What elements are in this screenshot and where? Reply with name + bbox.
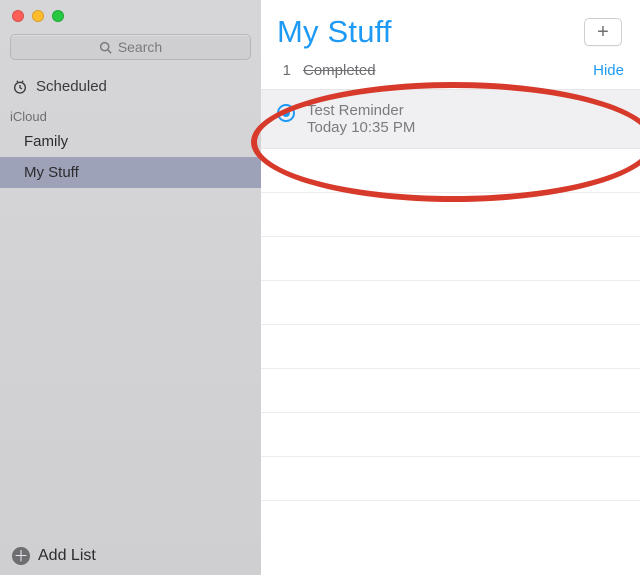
- empty-row[interactable]: [261, 325, 640, 369]
- radio-dot-icon: [282, 109, 290, 117]
- app-window: Search Scheduled iCloud Family My Stuff …: [0, 0, 640, 575]
- sidebar-item-family[interactable]: Family: [0, 126, 261, 157]
- main-pane: My Stuff + 1 Completed Hide Test Reminde…: [261, 0, 640, 575]
- main-header: My Stuff +: [261, 0, 640, 56]
- window-controls: [0, 0, 261, 30]
- empty-row[interactable]: [261, 237, 640, 281]
- hide-completed-link[interactable]: Hide: [593, 62, 624, 79]
- scheduled-label: Scheduled: [36, 78, 107, 95]
- sidebar-item-label: Family: [24, 133, 68, 150]
- reminder-row[interactable]: Test Reminder Today 10:35 PM: [261, 89, 640, 149]
- search-container: Search: [0, 30, 261, 70]
- empty-rows: [261, 149, 640, 575]
- sidebar: Search Scheduled iCloud Family My Stuff …: [0, 0, 261, 575]
- list-title: My Stuff: [277, 14, 392, 50]
- plus-circle-icon: ＋: [12, 547, 30, 565]
- plus-icon: +: [597, 21, 609, 44]
- empty-row[interactable]: [261, 369, 640, 413]
- fullscreen-window-button[interactable]: [52, 10, 64, 22]
- sidebar-item-my-stuff[interactable]: My Stuff: [0, 157, 261, 188]
- section-label-icloud: iCloud: [0, 103, 261, 126]
- reminder-subtitle: Today 10:35 PM: [307, 119, 415, 136]
- sidebar-item-label: My Stuff: [24, 164, 79, 181]
- reminder-complete-toggle[interactable]: [277, 104, 295, 122]
- empty-row[interactable]: [261, 413, 640, 457]
- reminder-title: Test Reminder: [307, 102, 415, 119]
- search-icon: [99, 41, 112, 54]
- add-reminder-button[interactable]: +: [584, 18, 622, 46]
- scheduled-group[interactable]: Scheduled: [0, 70, 261, 103]
- empty-row[interactable]: [261, 193, 640, 237]
- empty-row[interactable]: [261, 281, 640, 325]
- empty-row[interactable]: [261, 149, 640, 193]
- search-placeholder: Search: [118, 39, 162, 55]
- minimize-window-button[interactable]: [32, 10, 44, 22]
- close-window-button[interactable]: [12, 10, 24, 22]
- completed-count: 1: [277, 62, 291, 79]
- search-input[interactable]: Search: [10, 34, 251, 60]
- add-list-button[interactable]: ＋ Add List: [0, 537, 261, 575]
- empty-row[interactable]: [261, 457, 640, 501]
- completed-label: Completed: [303, 62, 376, 79]
- clock-icon: [12, 79, 28, 95]
- completed-section-header[interactable]: 1 Completed Hide: [261, 56, 640, 89]
- add-list-label: Add List: [38, 547, 96, 565]
- reminder-text: Test Reminder Today 10:35 PM: [307, 102, 415, 136]
